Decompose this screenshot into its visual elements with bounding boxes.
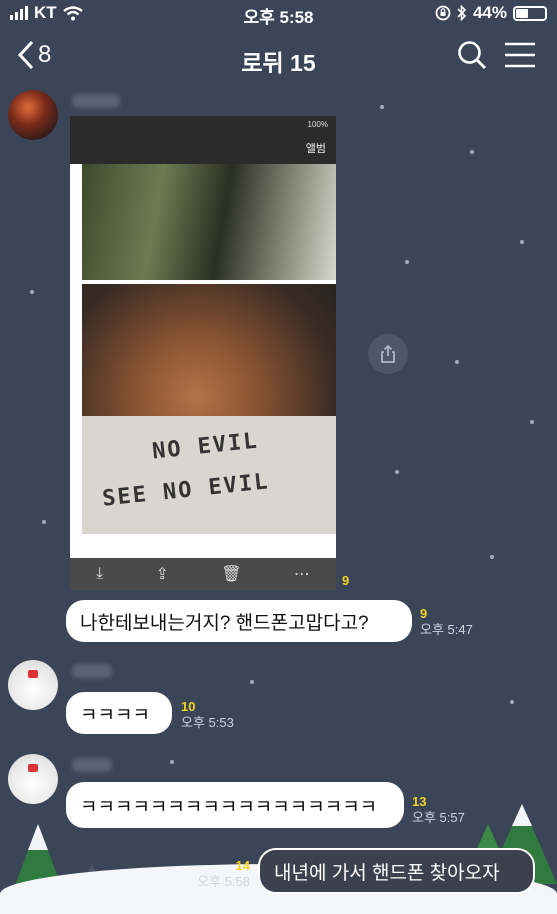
chat-header: 8 로뒤 15 bbox=[0, 30, 557, 86]
message-bubble[interactable]: 나한테보내는거지? 핸드폰고맙다고? bbox=[66, 600, 412, 642]
avatar[interactable] bbox=[8, 754, 58, 804]
snow-dot bbox=[510, 700, 514, 704]
message-meta: 10 오후 5:53 bbox=[181, 699, 234, 731]
share-icon[interactable]: ⇪ bbox=[156, 564, 169, 584]
snow-dot bbox=[405, 260, 409, 264]
read-count: 14 bbox=[235, 858, 250, 873]
message-meta: 9 오후 5:47 bbox=[420, 606, 473, 638]
photo-status: 100% bbox=[307, 120, 328, 129]
snow-dot bbox=[490, 555, 494, 559]
menu-icon[interactable] bbox=[505, 42, 535, 68]
snow-dot bbox=[470, 150, 474, 154]
shirt-text: SEE NO EVIL bbox=[101, 469, 271, 512]
message-time: 오후 5:53 bbox=[181, 715, 234, 730]
share-icon bbox=[381, 344, 395, 363]
battery-icon bbox=[513, 5, 547, 21]
shirt-print: NO EVIL SEE NO EVIL bbox=[82, 416, 336, 534]
sender-name bbox=[72, 94, 120, 108]
bluetooth-icon bbox=[457, 5, 467, 21]
photo-actions: ⤓ ⇪ 🗑 ⋯ bbox=[70, 558, 336, 590]
search-icon[interactable] bbox=[457, 40, 487, 70]
message-meta: 14 오후 5:58 bbox=[186, 858, 250, 890]
read-count: 9 bbox=[420, 606, 428, 621]
message-time: 오후 5:58 bbox=[197, 874, 250, 889]
snow-dot bbox=[42, 520, 46, 524]
sender-name bbox=[72, 758, 112, 772]
photo-message[interactable]: 100% 앨범 NO EVIL SEE NO EVIL ⤓ ⇪ 🗑 ⋯ bbox=[70, 116, 336, 590]
photo-album-label: 앨범 bbox=[305, 143, 326, 155]
message-time: 오후 5:47 bbox=[420, 622, 473, 637]
rotation-lock-icon bbox=[435, 5, 451, 21]
message-text: ㅋㅋㅋㅋ bbox=[80, 704, 150, 726]
message-bubble[interactable]: ㅋㅋㅋㅋ bbox=[66, 692, 172, 734]
trash-icon[interactable]: 🗑 bbox=[221, 564, 241, 584]
message-text: 내년에 가서 핸드폰 찾아오자 bbox=[274, 862, 500, 884]
sender-name bbox=[72, 664, 112, 678]
message-bubble-mine[interactable]: 내년에 가서 핸드폰 찾아오자 bbox=[258, 848, 535, 894]
more-icon[interactable]: ⋯ bbox=[294, 564, 310, 584]
shirt-text: NO EVIL bbox=[150, 428, 260, 465]
forward-button[interactable] bbox=[368, 334, 408, 374]
battery-percent: 44% bbox=[472, 3, 507, 22]
photo-thumbnail bbox=[82, 164, 336, 280]
read-count: 10 bbox=[181, 699, 196, 714]
message-meta: 9 bbox=[342, 573, 349, 589]
snow-dot bbox=[250, 680, 254, 684]
snow-dot bbox=[455, 360, 459, 364]
avatar[interactable] bbox=[8, 90, 58, 140]
photo-top-bar: 100% 앨범 bbox=[70, 116, 336, 164]
download-icon[interactable]: ⤓ bbox=[96, 565, 103, 583]
snow-dot bbox=[530, 420, 534, 424]
snow-dot bbox=[520, 240, 524, 244]
status-bar: KT 오후 5:58 44% bbox=[0, 0, 557, 28]
snow-dot bbox=[395, 470, 399, 474]
read-count: 9 bbox=[342, 573, 350, 588]
snow-dot bbox=[30, 290, 34, 294]
avatar[interactable] bbox=[8, 660, 58, 710]
snow-dot bbox=[170, 760, 174, 764]
snow-dot bbox=[380, 105, 384, 109]
message-text: 나한테보내는거지? 핸드폰고맙다고? bbox=[80, 612, 369, 634]
